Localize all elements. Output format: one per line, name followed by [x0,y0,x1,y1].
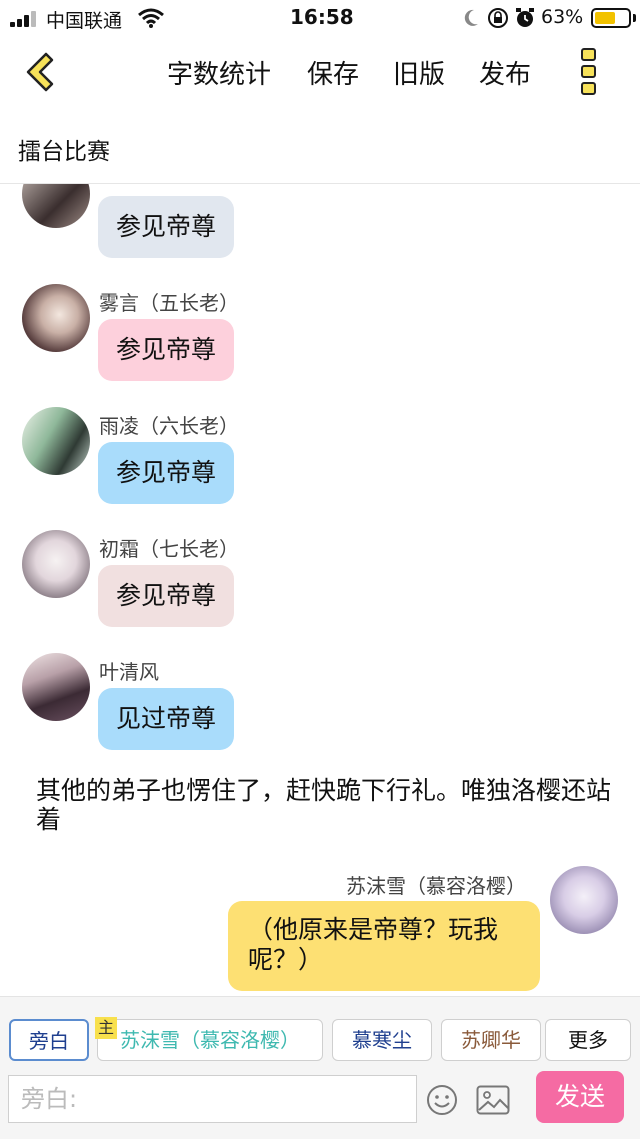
chat-scroll-area[interactable]: 参见帝尊 雾言（五长老） 参见帝尊 雨凌（六长老） 参见帝尊 初霜（七长老） 参… [0,184,640,996]
save-button[interactable]: 保存 [307,54,359,91]
image-icon[interactable] [476,1085,510,1115]
message-bubble[interactable]: 见过帝尊 [98,688,235,750]
more-options-icon[interactable] [578,48,600,98]
status-bar: 中国联通 16:58 63% [0,0,640,36]
publish-button[interactable]: 发布 [479,54,531,91]
word-count-button[interactable]: 字数统计 [167,54,271,91]
my-avatar[interactable] [550,866,618,934]
battery-tip [633,14,636,22]
moon-icon [464,9,478,26]
carrier-name: 中国联通 [46,10,123,32]
my-sender-name: 苏沫雪（慕容洛樱） [346,874,526,898]
wifi-icon [138,8,164,28]
more-roles-button[interactable]: 更多 [545,1019,631,1061]
story-title[interactable]: 擂台比赛 [18,132,110,166]
message-bubble[interactable]: 参见帝尊 [98,319,235,381]
emoji-icon[interactable] [426,1084,458,1116]
old-version-button[interactable]: 旧版 [393,54,445,91]
main-role-badge: 主 [95,1017,117,1039]
message-bubble[interactable]: 参见帝尊 [98,565,235,627]
battery-icon [591,8,631,28]
avatar[interactable] [22,407,90,475]
clock-time: 16:58 [290,5,354,29]
sender-name: 叶清风 [99,660,159,684]
rotation-lock-icon [488,8,508,28]
compose-panel: 旁白 苏沫雪（慕容洛樱） 主 慕寒尘 苏卿华 更多 旁白: 发送 [0,996,640,1139]
my-message-bubble[interactable]: （他原来是帝尊？玩我呢？） [228,901,540,991]
narration-text[interactable]: 其他的弟子也愣住了，赶快跪下行礼。唯独洛樱还站着 [36,776,616,834]
avatar[interactable] [22,284,90,352]
role-tab-su-moxue[interactable]: 苏沫雪（慕容洛樱） [97,1019,323,1061]
sender-name: 雾言（五长老） [99,291,239,315]
back-icon[interactable] [20,50,60,94]
sender-name: 初霜（七长老） [99,537,239,561]
message-bubble[interactable]: 参见帝尊 [98,196,235,258]
role-tab-mu-hanchen[interactable]: 慕寒尘 [332,1019,432,1061]
editor-toolbar: 字数统计 保存 旧版 发布 [0,36,640,110]
battery-percent: 63% [541,6,584,28]
avatar[interactable] [22,653,90,721]
send-button[interactable]: 发送 [536,1071,624,1123]
role-tab-narrator[interactable]: 旁白 [9,1019,89,1061]
avatar[interactable] [22,530,90,598]
cellular-signal-icon [10,11,40,27]
avatar[interactable] [22,184,90,228]
role-tab-su-qinghua[interactable]: 苏卿华 [441,1019,541,1061]
alarm-icon [516,8,534,27]
message-input[interactable]: 旁白: [8,1075,417,1123]
message-bubble[interactable]: 参见帝尊 [98,442,235,504]
battery-level-fill [595,12,615,24]
sender-name: 雨凌（六长老） [99,414,239,438]
